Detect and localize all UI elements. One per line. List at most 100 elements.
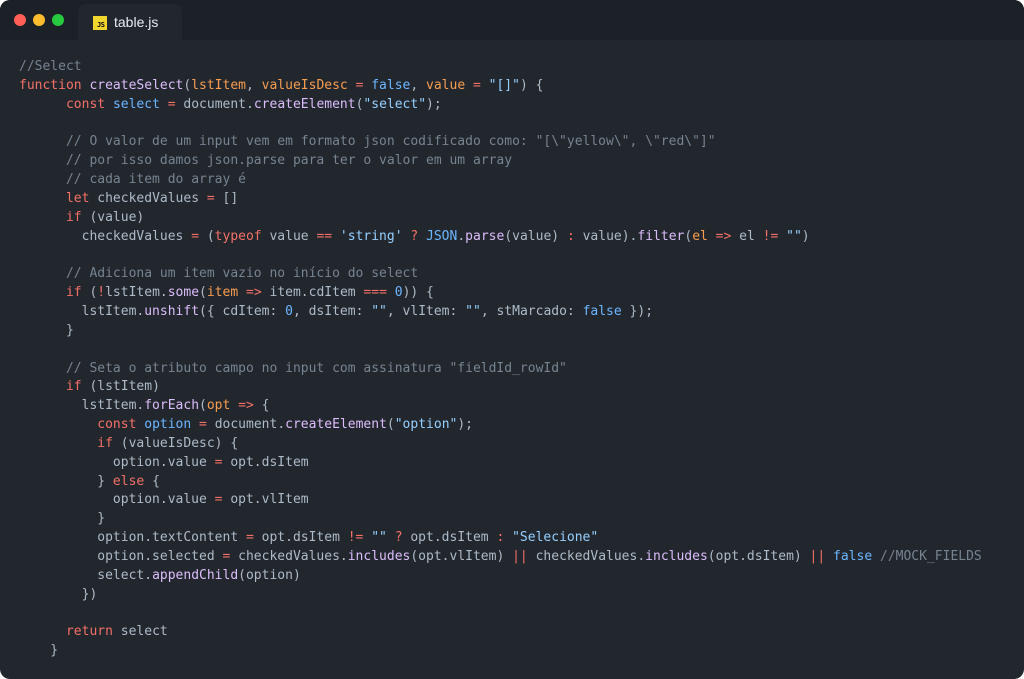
code-token: == [316,228,333,244]
code-token: ? [394,530,403,546]
code-token: ( [199,398,207,414]
code-token: forEach [144,398,200,414]
code-token: document. [175,96,254,112]
code-token: ( [199,228,215,244]
code-token: "Selecione" [512,530,599,546]
code-token: createSelect [89,77,184,93]
code-token: , stMarcado: [480,303,583,319]
code-token: lstItem [191,77,246,93]
code-line: } [19,322,982,341]
code-line: checkedValues = (typeof value == 'string… [19,228,982,247]
code-line: option.value = opt.dsItem [19,454,982,473]
code-token: , [410,77,427,93]
code-token: option [144,417,192,433]
tab-table-js[interactable]: JS table.js [78,4,182,40]
code-token: , dsItem: [292,303,372,319]
code-token: appendChild [152,567,239,583]
code-token: => [238,398,254,414]
code-token: opt.dsItem [402,530,497,546]
code-token: value [269,228,317,244]
code-line: let checkedValues = [] [19,190,982,209]
code-line: lstItem.forEach(opt => { [19,397,982,416]
code-line: // O valor de um input vem em formato js… [19,133,982,152]
code-token: }); [621,303,654,319]
code-token: lstItem. [19,398,145,414]
code-token: // O valor de um input vem em formato js… [65,134,716,150]
code-token: createElement [285,417,387,433]
code-line: const option = document.createElement("o… [19,416,982,435]
title-bar: JS table.js [0,0,1024,40]
code-token: ( [386,417,395,433]
close-button[interactable] [14,14,26,26]
code-token: typeof [214,228,270,244]
code-line: // por isso damos json.parse para ter o … [19,152,982,171]
code-token: ! [97,285,106,301]
code-token: (value) [504,228,567,244]
code-line: return select [19,623,982,642]
code-token: || [809,548,826,564]
code-line: } [19,510,982,529]
code-line: if (lstItem) [19,378,982,397]
code-token: opt.vlItem [222,492,309,508]
minimize-button[interactable] [33,14,45,26]
code-token: opt.dsItem [253,530,348,546]
code-token: select. [19,567,153,583]
code-line: select.appendChild(option) [19,567,982,586]
code-token: [] [214,190,239,206]
code-token: let [65,190,98,206]
code-token: } [19,511,106,527]
code-line: if (valueIsDesc) { [19,435,982,454]
code-editor[interactable]: //Select function createSelect(lstItem, v… [19,58,982,661]
code-token: //Select [19,59,82,74]
code-token: el [731,228,763,244]
code-token: } [19,322,74,338]
code-line: if (!lstItem.some(item => item.cdItem ==… [19,284,982,303]
code-token: = [473,77,481,93]
code-token: = [206,190,215,206]
code-token: item [206,285,239,301]
code-token: ( [684,228,693,244]
code-token: = [167,96,176,112]
code-token: else [112,473,153,489]
code-token: 0 [285,303,293,319]
code-token: ( [199,285,207,301]
code-token: select [120,624,168,640]
code-window: JS table.js //Select function createSelec… [0,0,1024,679]
code-token: false [833,548,873,564]
code-token: checkedValues. [230,548,348,564]
code-token: , [246,77,262,93]
code-token: lstItem. [105,285,168,301]
code-token: ); [457,417,474,433]
code-token: = [214,454,223,470]
code-token: }) [19,586,98,602]
code-token: => [715,228,732,244]
code-token: } [19,643,59,659]
maximize-button[interactable] [52,14,64,26]
code-token: = [199,417,207,433]
code-token: return [65,624,121,640]
code-token: // Seta o atributo campo no input com as… [65,360,567,376]
code-token: checkedValues. [527,548,646,564]
code-token: } [19,473,113,489]
